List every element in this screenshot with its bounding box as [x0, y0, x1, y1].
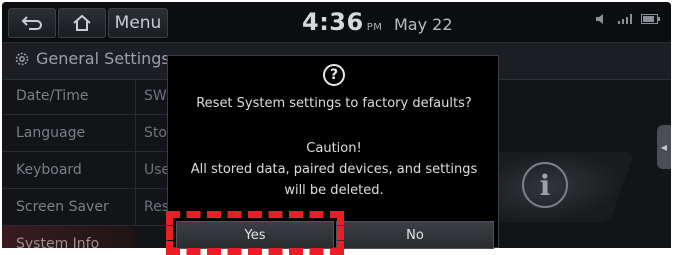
date-display: May 22 [394, 15, 453, 34]
header-title: General Settings [14, 49, 170, 68]
signal-icon [617, 14, 633, 26]
clock: 4:36 PM [302, 8, 382, 36]
back-button[interactable] [8, 8, 56, 38]
category-list: Date/Time Language Keyboard Screen Saver… [2, 78, 135, 248]
battery-icon [641, 14, 661, 26]
no-button[interactable]: No [336, 221, 494, 249]
dialog-warning-line1: All stored data, paired devices, and set… [190, 162, 478, 177]
page-title: General Settings [36, 49, 170, 68]
side-panel-tab[interactable]: ◀ [657, 125, 671, 169]
info-icon: i [522, 162, 568, 208]
category-item-date-time[interactable]: Date/Time [2, 78, 135, 115]
status-icons [595, 14, 661, 26]
menu-button[interactable]: Menu [108, 8, 168, 38]
audio-icon [595, 14, 609, 26]
dialog-message: Reset System settings to factory default… [196, 96, 472, 111]
top-status-bar: Menu 4:36 PM May 22 [2, 2, 671, 43]
question-icon: ? [323, 64, 345, 86]
yes-button-highlight [166, 211, 344, 255]
home-icon [73, 14, 91, 31]
dialog-warning-line2: will be deleted. [284, 183, 384, 198]
back-arrow-icon [21, 16, 42, 30]
dialog-caution: Caution! [306, 141, 362, 156]
home-button[interactable] [58, 8, 106, 38]
category-item-system-info[interactable]: System Info [2, 226, 135, 248]
gear-icon [15, 52, 29, 65]
category-item-screen-saver[interactable]: Screen Saver [2, 189, 135, 226]
clock-time: 4:36 [302, 8, 364, 36]
category-item-language[interactable]: Language [2, 115, 135, 152]
clock-ampm: PM [366, 22, 383, 33]
category-item-keyboard[interactable]: Keyboard [2, 152, 135, 189]
